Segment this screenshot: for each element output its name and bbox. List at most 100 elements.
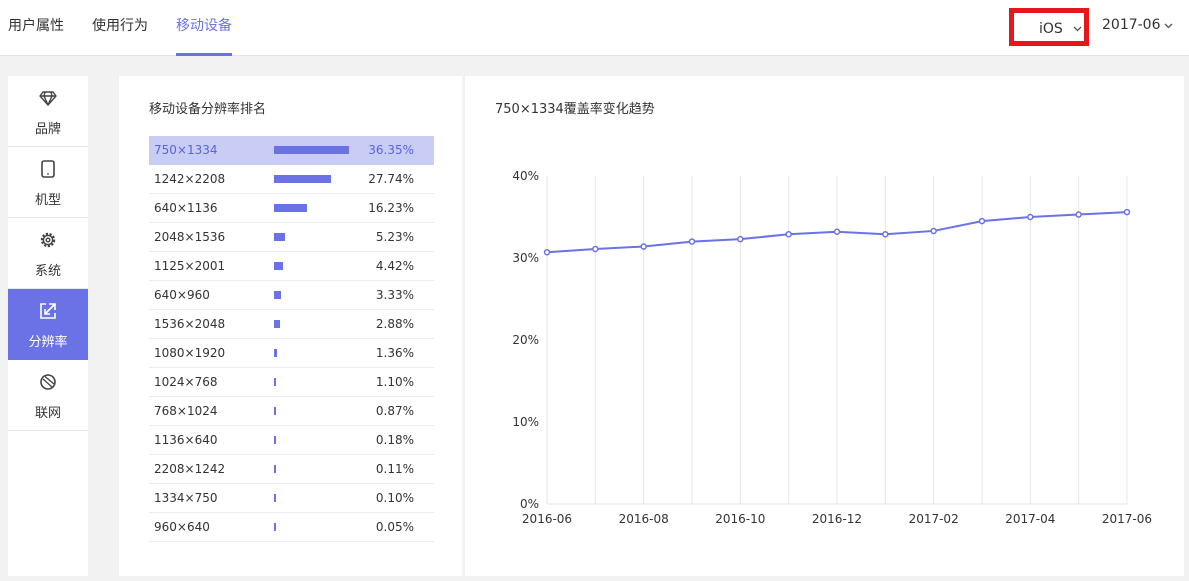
ranking-row[interactable]: 1125×2001 4.42%: [149, 252, 434, 281]
resolution-label: 640×1136: [154, 201, 218, 215]
network-icon: [40, 374, 56, 390]
resolution-label: 1536×2048: [154, 317, 226, 331]
sidebar-item-system[interactable]: 系统: [8, 218, 88, 289]
share-bar: [274, 204, 308, 212]
chevron-down-icon: [1073, 26, 1082, 32]
share-bar: [274, 407, 276, 415]
share-bar: [274, 436, 276, 444]
top-nav-bar: 用户属性 使用行为 移动设备 iOS 2017-06: [0, 0, 1189, 56]
gear-icon: [40, 232, 56, 248]
resolution-label: 1136×640: [154, 433, 218, 447]
resolution-label: 1242×2208: [154, 172, 226, 186]
ranking-row[interactable]: 1080×1920 1.36%: [149, 339, 434, 368]
x-tick-label: 2016-08: [619, 512, 669, 526]
sidebar-item-resolution[interactable]: 分辨率: [8, 289, 88, 360]
chevron-down-icon[interactable]: [1164, 23, 1173, 29]
share-bar: [274, 262, 284, 270]
tab-mobile-devices[interactable]: 移动设备: [176, 0, 232, 56]
month-select[interactable]: 2017-06: [1102, 17, 1161, 33]
share-bar: [274, 291, 281, 299]
share-percent: 0.11%: [375, 462, 414, 476]
y-tick-label: 40%: [512, 169, 539, 183]
sidebar-item-label: 机型: [34, 193, 61, 208]
ranking-row[interactable]: 1024×768 1.10%: [149, 368, 434, 397]
tab-user-attributes[interactable]: 用户属性: [8, 0, 64, 56]
data-point: [737, 235, 744, 243]
share-bar: [274, 349, 277, 357]
resolution-label: 1334×750: [154, 491, 218, 505]
ranking-row[interactable]: 2208×1242 0.11%: [149, 455, 434, 484]
resolution-label: 640×960: [154, 288, 210, 302]
trend-chart-card: 750×1334覆盖率变化趋势 0% 10% 20% 30% 40% 2016-06 201…: [465, 76, 1184, 576]
data-point: [833, 228, 841, 236]
share-percent: 16.23%: [368, 201, 414, 215]
share-percent: 3.33%: [375, 288, 414, 302]
share-bar: [274, 233, 285, 241]
sidebar-item-label: 品牌: [34, 122, 61, 137]
ranking-row[interactable]: 640×1136 16.23%: [149, 194, 434, 223]
y-tick-label: 30%: [512, 251, 539, 265]
x-tick-label: 2017-04: [1005, 512, 1055, 526]
resolution-label: 1024×768: [154, 375, 218, 389]
os-select[interactable]: iOS: [1009, 8, 1089, 46]
ranking-row[interactable]: 2048×1536 5.23%: [149, 223, 434, 252]
sidebar-item-brand[interactable]: 品牌: [8, 76, 88, 147]
resolution-ranking-card: 移动设备分辨率排名 750×1334 36.35% 1242×2208 27.74% 6…: [119, 76, 462, 576]
data-point: [592, 245, 599, 253]
resolution-label: 1125×2001: [154, 259, 226, 273]
diamond-icon: [39, 91, 57, 106]
sidebar-item-label: 分辨率: [28, 335, 68, 350]
share-bar: [274, 523, 276, 531]
sidebar-item-label: 联网: [34, 406, 61, 421]
data-point: [1075, 211, 1082, 218]
data-point: [640, 243, 647, 250]
sidebar-item-network[interactable]: 联网: [8, 360, 88, 431]
data-point: [688, 238, 696, 245]
y-tick-label: 10%: [512, 415, 539, 429]
ranking-row[interactable]: 1136×640 0.18%: [149, 426, 434, 455]
ranking-row[interactable]: 1242×2208 27.74%: [149, 165, 434, 194]
resolution-label: 768×1024: [154, 404, 218, 418]
data-point: [882, 230, 889, 238]
share-percent: 5.23%: [375, 230, 414, 244]
share-percent: 36.35%: [368, 143, 414, 157]
ranking-row[interactable]: 750×1334 36.35%: [149, 136, 434, 165]
share-bar: [274, 378, 277, 386]
x-tick-label: 2016-12: [812, 512, 862, 526]
x-tick-label: 2017-06: [1102, 512, 1152, 526]
ranking-title: 移动设备分辨率排名: [149, 102, 267, 117]
ranking-row[interactable]: 768×1024 0.87%: [149, 397, 434, 426]
data-point: [978, 217, 986, 225]
line-chart: 0% 10% 20% 30% 40% 2016-06 2016-08 2016-10 2016-…: [512, 169, 1152, 526]
resolution-label: 960×640: [154, 520, 210, 534]
data-point: [1027, 213, 1034, 221]
share-percent: 0.87%: [375, 404, 414, 418]
y-tick-label: 0%: [520, 497, 539, 511]
share-percent: 0.05%: [375, 520, 414, 534]
data-point: [1123, 208, 1131, 216]
resolution-label: 750×1334: [154, 143, 218, 157]
ranking-row[interactable]: 1334×750 0.10%: [149, 484, 434, 513]
share-percent: 2.88%: [375, 317, 414, 331]
share-bar: [274, 465, 276, 473]
share-bar: [274, 175, 332, 183]
tab-usage-behavior[interactable]: 使用行为: [92, 0, 148, 56]
data-point: [930, 227, 937, 235]
share-percent: 1.10%: [375, 375, 414, 389]
ranking-row[interactable]: 960×640 0.05%: [149, 513, 434, 542]
data-point: [543, 249, 551, 256]
sidebar-item-label: 系统: [34, 264, 61, 279]
share-percent: 1.36%: [375, 346, 414, 360]
share-percent: 0.10%: [375, 491, 414, 505]
x-tick-label: 2016-06: [522, 512, 572, 526]
x-tick-label: 2016-10: [715, 512, 765, 526]
share-bar: [274, 494, 276, 502]
ranking-row[interactable]: 640×960 3.33%: [149, 281, 434, 310]
share-bar: [274, 320, 280, 328]
share-percent: 0.18%: [375, 433, 414, 447]
share-bar: [274, 146, 349, 154]
sidebar-item-model[interactable]: 机型: [8, 147, 88, 218]
ranking-row[interactable]: 1536×2048 2.88%: [149, 310, 434, 339]
data-point: [785, 230, 792, 238]
tablet-icon: [41, 160, 55, 178]
